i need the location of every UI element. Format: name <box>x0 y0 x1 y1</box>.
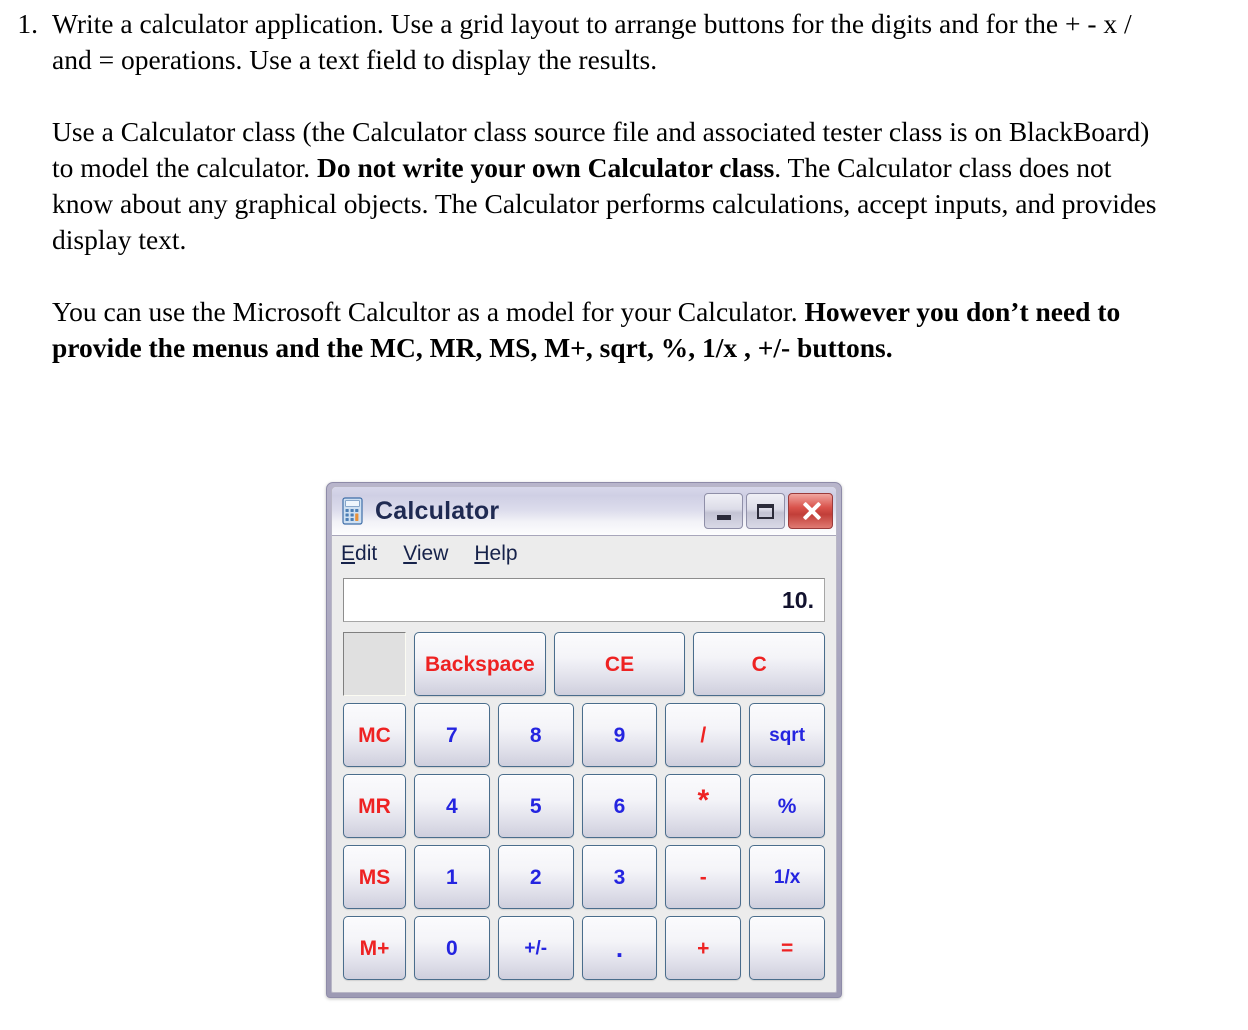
paragraph-3: You can use the Microsoft Calcultor as a… <box>52 294 1170 366</box>
keypad: Backspace CE C MC 7 8 9/sqrt MR 4 5 6 *% MS 1 2 3-1/… <box>332 622 836 992</box>
menu-item-help[interactable]: Help <box>474 542 517 566</box>
close-button[interactable] <box>788 493 833 529</box>
divide-button[interactable]: / <box>665 703 742 767</box>
digit-0-button[interactable]: 0 <box>414 916 490 980</box>
digit-7-button[interactable]: 7 <box>414 703 490 767</box>
digit-2-button[interactable]: 2 <box>497 845 574 909</box>
minimize-icon <box>716 514 731 520</box>
window-controls <box>704 493 833 529</box>
maximize-button[interactable] <box>746 493 785 529</box>
digit-4-button[interactable]: 4 <box>414 774 490 838</box>
digit-1-button[interactable]: 1 <box>414 845 490 909</box>
menu-accel-edit: E <box>341 542 356 565</box>
calculator-window: Calculator Edit View Help 10. Backspace … <box>326 482 842 998</box>
paragraph-2-bold: Do not write your own Calculator class <box>316 152 775 183</box>
equals-button[interactable]: = <box>749 916 825 980</box>
clear-entry-button[interactable]: CE <box>553 632 686 696</box>
clear-button[interactable]: C <box>693 632 826 696</box>
menu-accel-help: H <box>474 542 490 565</box>
subtract-button[interactable]: - <box>665 845 742 909</box>
sqrt-button[interactable]: sqrt <box>749 703 825 767</box>
digit-5-button[interactable]: 5 <box>497 774 574 838</box>
window-title: Calculator <box>375 496 500 525</box>
percent-button[interactable]: % <box>749 774 825 838</box>
menu-item-edit[interactable]: Edit <box>341 542 377 566</box>
keypad-row: MR 4 5 6 *% <box>343 774 825 838</box>
menu-label-view: iew <box>416 542 449 565</box>
menu-accel-view: V <box>403 542 417 565</box>
paragraph-3-lead: You can use the Microsoft Calcultor as a… <box>52 296 805 327</box>
memory-store-button[interactable]: MS <box>343 845 406 909</box>
menu-bar: Edit View Help <box>332 536 836 572</box>
memory-clear-button[interactable]: MC <box>343 703 406 767</box>
digit-9-button[interactable]: 9 <box>581 703 658 767</box>
reciprocal-button[interactable]: 1/x <box>749 845 825 909</box>
paragraph-1: Write a calculator application. Use a gr… <box>52 8 1132 75</box>
keypad-row: Backspace CE C <box>343 632 826 696</box>
menu-item-view[interactable]: View <box>403 542 448 566</box>
title-bar[interactable]: Calculator <box>332 487 836 536</box>
memory-indicator <box>343 632 406 696</box>
paragraph-2: Use a Calculator class (the Calculator c… <box>52 114 1170 258</box>
menu-label-help: elp <box>489 542 518 565</box>
keypad-row: M+ 0 +/-. + = <box>343 916 825 980</box>
add-button[interactable]: + <box>665 916 742 980</box>
keypad-row: MC 7 8 9/sqrt <box>343 703 825 767</box>
list-body: Write a calculator application. Use a gr… <box>52 6 1180 366</box>
digit-3-button[interactable]: 3 <box>581 845 658 909</box>
list-item: 1. Write a calculator application. Use a… <box>0 6 1180 366</box>
memory-add-button[interactable]: M+ <box>343 916 406 980</box>
menu-label-edit: dit <box>355 542 378 565</box>
backspace-button[interactable]: Backspace <box>414 632 546 696</box>
maximize-icon <box>757 503 774 519</box>
close-icon <box>801 501 821 521</box>
display-container: 10. <box>332 572 836 622</box>
calculator-icon <box>340 497 366 525</box>
minimize-button[interactable] <box>704 493 743 529</box>
memory-recall-button[interactable]: MR <box>343 774 406 838</box>
decimal-point-button[interactable]: . <box>581 916 658 980</box>
list-number: 1. <box>17 8 38 39</box>
display-field[interactable]: 10. <box>343 578 825 622</box>
calculator-window-inner: Calculator Edit View Help 10. Backspace … <box>331 486 837 993</box>
digit-8-button[interactable]: 8 <box>497 703 574 767</box>
sign-toggle-button[interactable]: +/- <box>497 916 574 980</box>
digit-6-button[interactable]: 6 <box>581 774 658 838</box>
multiply-button[interactable]: * <box>665 774 742 838</box>
assignment-text: 1. Write a calculator application. Use a… <box>0 0 1180 366</box>
keypad-row: MS 1 2 3-1/x <box>343 845 825 909</box>
